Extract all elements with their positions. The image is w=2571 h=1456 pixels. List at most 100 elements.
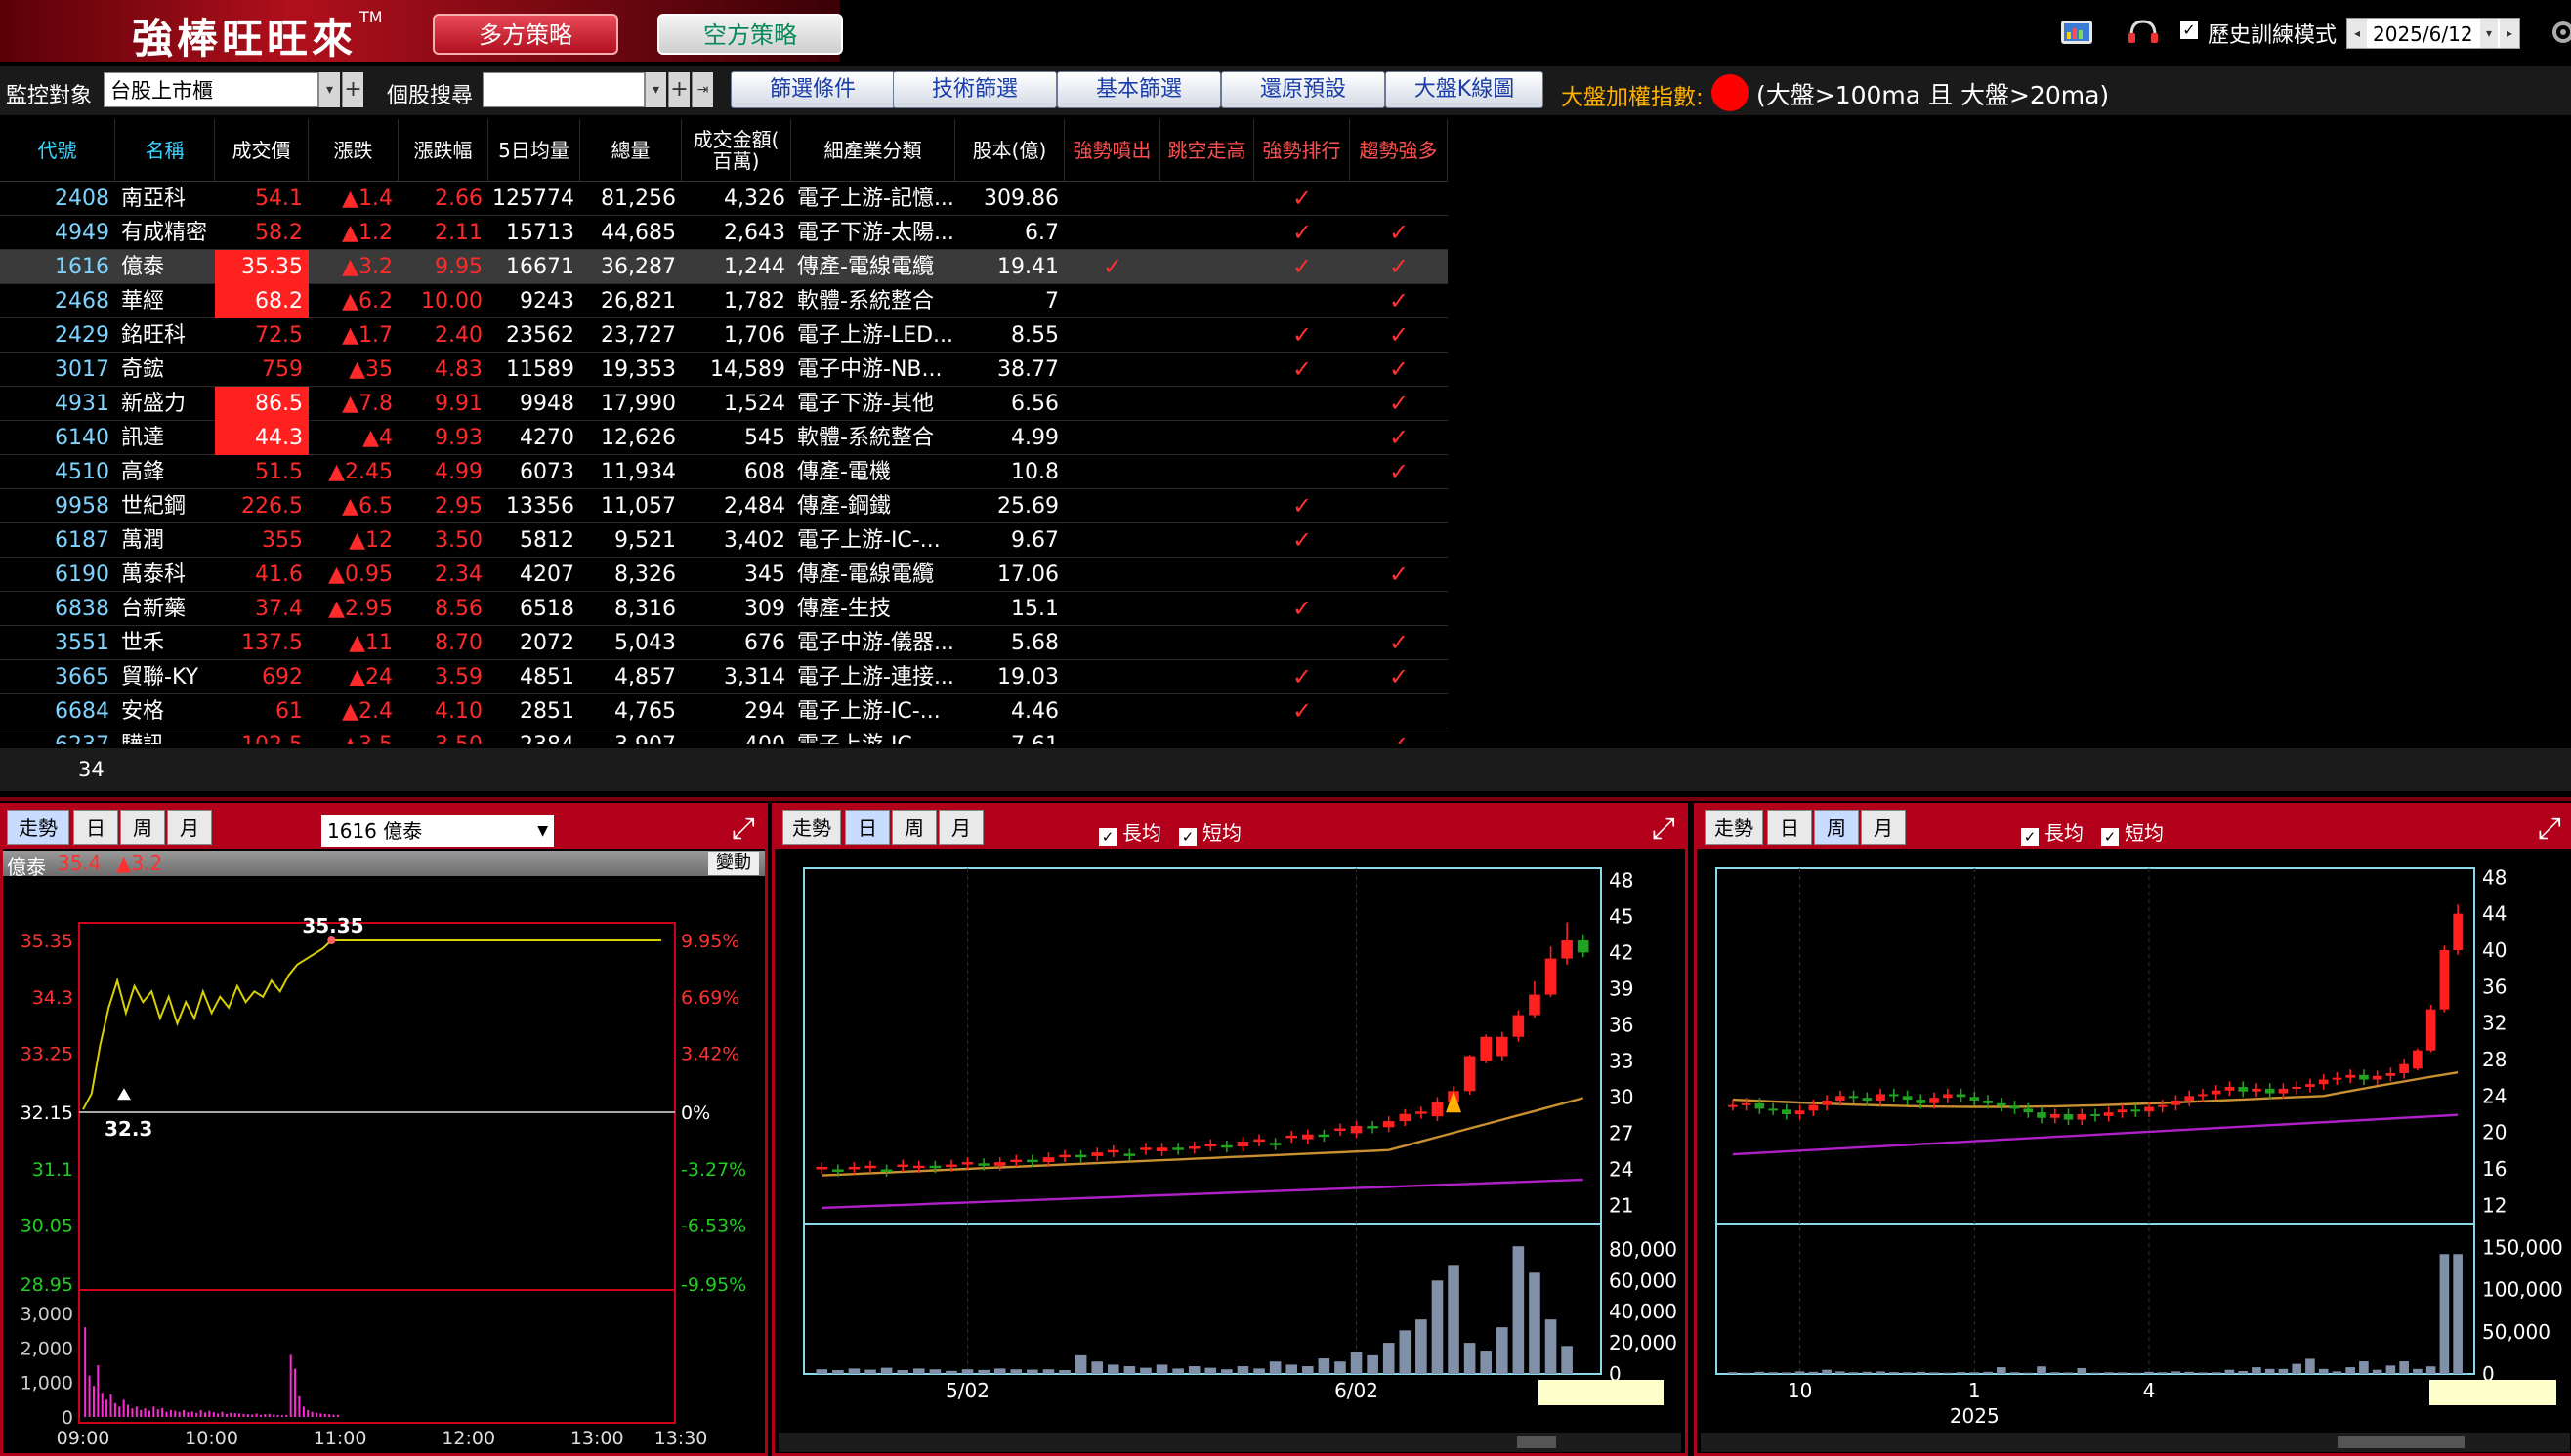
date-dropdown-icon[interactable]: ▾ <box>2480 19 2498 48</box>
signal-check <box>1065 728 1160 744</box>
long-ma-checkbox[interactable]: ✓ <box>2021 828 2039 846</box>
table-cell: 1,706 <box>724 323 785 348</box>
table-row[interactable]: 6190 萬泰科 41.6 ▲0.95 2.34 4207 8,326 345 傳產-電線電纜 1… <box>0 558 1448 592</box>
tab-daily[interactable]: 日 <box>845 810 890 845</box>
column-header[interactable]: 成交價 <box>215 119 309 182</box>
candle <box>1237 1142 1249 1147</box>
column-header[interactable]: 強勢噴出 <box>1065 119 1160 182</box>
column-header[interactable]: 名稱 <box>115 119 215 182</box>
table-row[interactable]: 3551 世禾 137.5 ▲11 8.70 2072 5,043 676 電子中游-儀器...… <box>0 626 1448 660</box>
table-row[interactable]: 3017 奇鋐 759 ▲35 4.83 11589 19,353 14,589 電子中游-NB… <box>0 353 1448 387</box>
column-header[interactable]: 總量 <box>580 119 682 182</box>
short-ma-toggle[interactable]: ✓ 短均 <box>1179 817 1242 846</box>
signal-check <box>1160 660 1254 694</box>
long-ma-toggle[interactable]: ✓ 長均 <box>1099 817 1161 846</box>
table-cell: 台新藥 <box>121 597 187 621</box>
table-row[interactable]: 3665 貿聯-KY 692 ▲24 3.59 4851 4,857 3,314 電子上游-連接… <box>0 660 1448 694</box>
candle <box>2252 1088 2261 1092</box>
date-prev-icon[interactable]: ◂ <box>2347 19 2367 48</box>
monitor-add-icon[interactable]: + <box>342 72 363 107</box>
date-picker[interactable]: ◂ 2025/6/12 ▾ ▸ <box>2346 18 2520 49</box>
search-go-icon[interactable]: ⇥ <box>692 72 713 107</box>
headset-icon[interactable] <box>2126 18 2161 47</box>
table-cell: 309.86 <box>984 187 1059 211</box>
column-header[interactable]: 股本(億) <box>955 119 1065 182</box>
search-add-icon[interactable]: + <box>668 72 690 107</box>
index-kline-button[interactable]: 大盤K線圖 <box>1385 71 1543 108</box>
candle <box>1741 1102 1751 1105</box>
long-ma-toggle[interactable]: ✓ 長均 <box>2021 817 2084 846</box>
tab-daily[interactable]: 日 <box>1767 810 1812 845</box>
tab-monthly[interactable]: 月 <box>1861 810 1906 845</box>
candle <box>2103 1112 2114 1116</box>
tab-trend[interactable]: 走勢 <box>7 810 69 845</box>
short-strategy-button[interactable]: 空方策略 <box>657 14 843 55</box>
dashboard-icon[interactable] <box>2059 18 2094 47</box>
signal-check: ✓ <box>1291 492 1313 520</box>
table-cell: 華經 <box>121 289 165 313</box>
column-header[interactable]: 5日均量 <box>488 119 580 182</box>
search-dropdown-icon[interactable]: ▾ <box>645 72 666 107</box>
volume-axis-label: 40,000 <box>1609 1300 1677 1323</box>
tab-monthly[interactable]: 月 <box>167 810 212 845</box>
column-header[interactable]: 漲跌 <box>309 119 399 182</box>
tab-weekly[interactable]: 周 <box>120 810 165 845</box>
table-cell: 61 <box>275 699 303 724</box>
expand-icon[interactable]: ⤢ <box>732 811 755 846</box>
short-ma-toggle[interactable]: ✓ 短均 <box>2101 817 2164 846</box>
column-header[interactable]: 漲跌幅 <box>399 119 488 182</box>
stock-select[interactable]: 1616 億泰 ▼ <box>321 815 554 847</box>
filter-conditions-button[interactable]: 篩選條件 <box>731 71 895 108</box>
volume-bar <box>978 1369 990 1374</box>
long-ma-checkbox[interactable]: ✓ <box>1099 828 1117 846</box>
tab-weekly[interactable]: 周 <box>892 810 937 845</box>
column-header[interactable]: 跳空走高 <box>1160 119 1254 182</box>
column-header[interactable]: 細產業分類 <box>791 119 955 182</box>
monitor-select[interactable]: 台股上市櫃 <box>104 72 318 107</box>
table-row[interactable]: 2468 華經 68.2 ▲6.2 10.00 9243 26,821 1,782 軟體-系統整… <box>0 284 1448 318</box>
signal-check <box>1160 387 1254 421</box>
tab-monthly[interactable]: 月 <box>939 810 984 845</box>
short-ma-checkbox[interactable]: ✓ <box>1179 828 1197 846</box>
table-row[interactable]: 6237驊訊102.5▲3.53.5023843,907400電子上游-IC-.… <box>0 728 1448 744</box>
column-header[interactable]: 成交金額( 百萬) <box>682 119 791 182</box>
table-row[interactable]: 6140 訊達 44.3 ▲4 9.93 4270 12,626 545 軟體-系統整合 4.99… <box>0 421 1448 455</box>
restore-default-button[interactable]: 還原預設 <box>1221 71 1385 108</box>
volume-bar <box>1862 1371 1873 1374</box>
expand-icon[interactable]: ⤢ <box>2538 811 2561 846</box>
table-cell: 新盛力 <box>121 392 187 416</box>
splitter[interactable] <box>0 797 2571 801</box>
tab-daily[interactable]: 日 <box>73 810 118 845</box>
tab-trend[interactable]: 走勢 <box>782 810 841 845</box>
table-row[interactable]: 2408 南亞科 54.1 ▲1.4 2.66 125774 81,256 4,326 電子上游… <box>0 182 1448 216</box>
table-row[interactable]: 6684 安格 61 ▲2.4 4.10 2851 4,765 294 電子上游-IC-... 4… <box>0 694 1448 728</box>
table-row[interactable]: 4510 高鋒 51.5 ▲2.45 4.99 6073 11,934 608 傳產-電機 10.… <box>0 455 1448 489</box>
table-row[interactable]: 6838 台新藥 37.4 ▲2.95 8.56 6518 8,316 309 傳產-生技 15.… <box>0 592 1448 626</box>
table-row[interactable]: 4949 有成精密 58.2 ▲1.2 2.11 15713 44,685 2,643 電子下游… <box>0 216 1448 250</box>
table-row[interactable]: 1616 億泰 35.35 ▲3.2 9.95 16671 36,287 1,244 傳產-電線… <box>0 250 1448 284</box>
gear-icon[interactable] <box>2544 18 2571 47</box>
long-strategy-button[interactable]: 多方策略 <box>433 14 618 55</box>
table-row[interactable]: 9958 世紀鋼 226.5 ▲6.5 2.95 13356 11,057 2,484 傳產-鋼… <box>0 489 1448 523</box>
tab-weekly[interactable]: 周 <box>1814 810 1859 845</box>
column-header[interactable]: 趨勢強多 <box>1350 119 1448 182</box>
table-row[interactable]: 2429 銘旺科 72.5 ▲1.7 2.40 23562 23,727 1,706 電子上游-… <box>0 318 1448 353</box>
column-header[interactable]: 代號 <box>0 119 115 182</box>
fundamental-filter-button[interactable]: 基本篩選 <box>1057 71 1221 108</box>
table-cell: 9.91 <box>435 392 483 416</box>
table-cell: 3017 <box>55 357 109 382</box>
table-row[interactable]: 4931 新盛力 86.5 ▲7.8 9.91 9948 17,990 1,524 電子下游-其… <box>0 387 1448 421</box>
history-mode-checkbox[interactable]: ✓ <box>2180 21 2198 39</box>
table-row[interactable]: 6187 萬潤 355 ▲12 3.50 5812 9,521 3,402 電子上游-IC-..… <box>0 523 1448 558</box>
change-button[interactable]: 變動 <box>708 852 759 875</box>
column-header[interactable]: 強勢排行 <box>1254 119 1350 182</box>
date-next-icon[interactable]: ▸ <box>2500 19 2519 48</box>
long-ma-label: 長均 <box>1122 821 1161 845</box>
stock-search-input[interactable] <box>483 72 645 107</box>
monitor-dropdown-icon[interactable]: ▾ <box>318 72 340 107</box>
short-ma-checkbox[interactable]: ✓ <box>2101 828 2119 846</box>
expand-icon[interactable]: ⤢ <box>1652 811 1675 846</box>
price-axis-label: 35.35 <box>21 931 73 952</box>
tab-trend[interactable]: 走勢 <box>1705 810 1763 845</box>
technical-filter-button[interactable]: 技術篩選 <box>893 71 1057 108</box>
